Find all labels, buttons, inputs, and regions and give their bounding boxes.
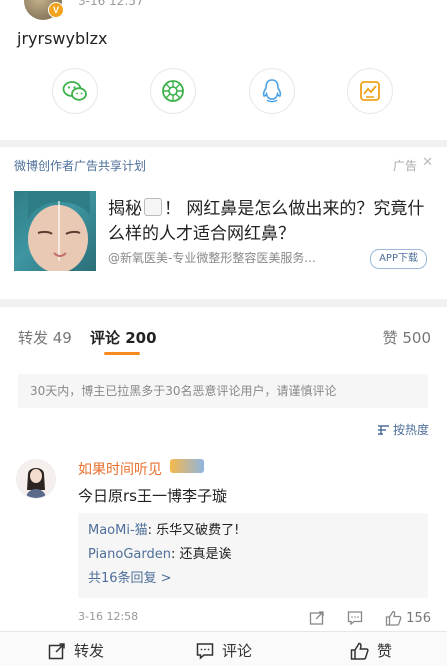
app-download-button[interactable]: APP下载 (370, 249, 427, 269)
tab-repost[interactable]: 转发 49 (18, 327, 72, 348)
reply-text: : 乐华又破费了! (147, 523, 240, 538)
sort-button[interactable]: 按热度 (377, 421, 429, 438)
wechat-icon (62, 81, 87, 101)
qzone-icon (360, 81, 380, 101)
bottom-action-bar: 转发 评论 赞 (0, 631, 447, 666)
post-time: 3-16 12:57 (78, 0, 144, 8)
ad-tag: 广告 (392, 159, 417, 173)
like-comment-icon[interactable] (385, 610, 402, 626)
verified-badge-icon: V (48, 2, 64, 18)
comment-label: 评论 (222, 642, 253, 660)
comment-notice: 30天内，博主已拉黑多于30名恶意评论用户，请谨慎评论 (18, 374, 428, 408)
ad-face-image (28, 191, 90, 271)
ad-title-prefix: 揭秘 (108, 199, 142, 219)
share-row (0, 68, 447, 118)
comment-time: 3-16 12:58 (78, 610, 139, 623)
comment-like-count: 156 (406, 610, 431, 626)
share-qq-button[interactable] (249, 68, 295, 114)
close-icon[interactable]: ✕ (422, 155, 433, 170)
share-qzone-button[interactable] (347, 68, 393, 114)
commenter-avatar[interactable] (16, 459, 56, 499)
reply-text: : 还真是诶 (170, 547, 232, 562)
active-tab-indicator (104, 352, 140, 355)
ad-source: @新氧医美-专业微整形整容医美服务... (108, 251, 316, 265)
ad-program-label: 微博创作者广告共享计划 (14, 159, 147, 173)
reply-author[interactable]: MaoMi-猫 (88, 523, 148, 538)
ad-thumbnail[interactable] (14, 191, 96, 271)
emoji-icon (144, 198, 162, 216)
share-comment-icon[interactable] (309, 610, 325, 626)
repost-label: 转发 (74, 642, 105, 660)
reply-author[interactable]: PianoGarden (88, 547, 171, 562)
sort-label: 按热度 (392, 423, 429, 437)
reply-comment-icon[interactable] (347, 610, 363, 626)
sort-icon (377, 424, 390, 436)
reply-item: MaoMi-猫: 乐华又破费了! (88, 519, 418, 543)
interaction-tabs: 转发 49 评论 200 赞 500 (0, 307, 447, 357)
share-wechat-button[interactable] (52, 68, 98, 114)
comment-text: 今日原rs王一博李子璇 (78, 487, 227, 505)
more-replies-link[interactable]: 共16条回复 > (88, 567, 418, 591)
tab-like[interactable]: 赞 500 (383, 327, 431, 348)
comments-section: 转发 49 评论 200 赞 500 30天内，博主已拉黑多于30名恶意评论用户… (0, 307, 447, 665)
comment-author[interactable]: 如果时间听见 (78, 459, 162, 479)
comment-button[interactable]: 评论 (196, 640, 252, 661)
post-card: V 3-16 12:57 jryrswyblzx (0, 0, 447, 140)
fan-badge-icon (170, 459, 204, 473)
share-moments-button[interactable] (150, 68, 196, 114)
ad-title[interactable]: 揭秘！ 网红鼻是怎么做出来的？究竟什么样的人才适合网红鼻？ (108, 197, 428, 247)
like-button[interactable]: 赞 (350, 640, 392, 661)
post-text: jryrswyblzx (17, 29, 108, 48)
comment-actions: 156 (287, 607, 431, 629)
comment-icon (196, 642, 214, 660)
thumbs-up-icon (350, 642, 369, 660)
like-label: 赞 (377, 642, 393, 660)
ad-card[interactable]: 微博创作者广告共享计划 广告 ✕ 揭秘！ 网红鼻是怎么做出来的？究竟什么样的人才… (0, 147, 447, 299)
qq-icon (262, 79, 282, 103)
tab-comment[interactable]: 评论 200 (90, 327, 157, 348)
reply-preview[interactable]: MaoMi-猫: 乐华又破费了! PianoGarden: 还真是诶 共16条回… (78, 513, 428, 598)
reply-item: PianoGarden: 还真是诶 (88, 543, 418, 567)
repost-button[interactable]: 转发 (48, 640, 104, 661)
moments-icon (162, 80, 184, 102)
repost-icon (48, 642, 65, 659)
